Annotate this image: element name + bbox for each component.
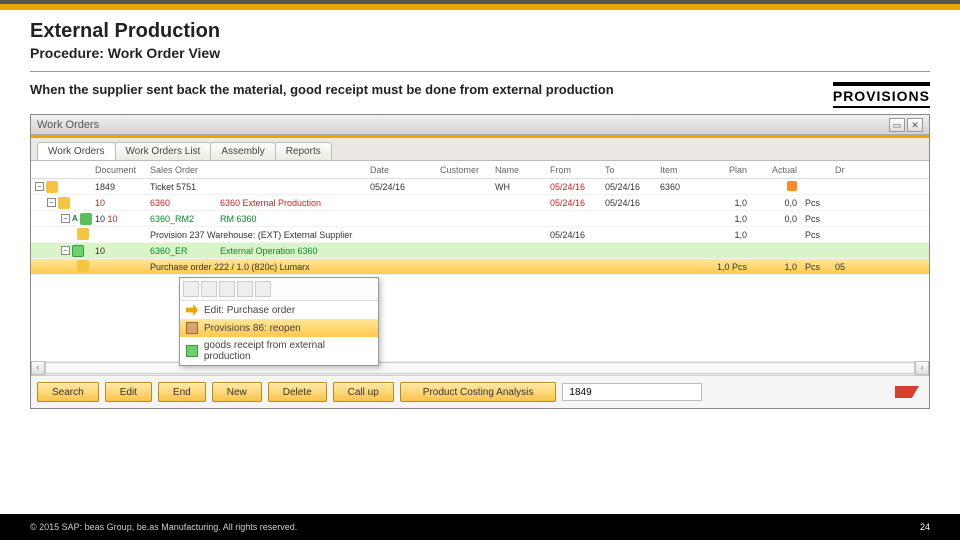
grid-area: Document Sales Order Date Customer Name … — [31, 160, 929, 375]
horizontal-scrollbar[interactable]: ‹ › — [31, 361, 929, 375]
table-row-selected[interactable]: Purchase order 222 / 1.0 (820c) Lumarx 1… — [31, 259, 929, 275]
toolbar-icon[interactable] — [219, 281, 235, 297]
flag-icon — [787, 181, 797, 191]
table-row[interactable]: − 10 6360 6360 External Production 05/24… — [31, 195, 929, 211]
col-to[interactable]: To — [601, 165, 656, 175]
window-title: Work Orders — [37, 119, 99, 131]
col-plan[interactable]: Plan — [701, 165, 751, 175]
toolbar-icon[interactable] — [237, 281, 253, 297]
search-button[interactable]: Search — [37, 382, 99, 402]
slide-footer: © 2015 SAP: beas Group, be.as Manufactur… — [0, 514, 960, 540]
column-headers: Document Sales Order Date Customer Name … — [31, 161, 929, 179]
context-menu: Edit: Purchase order Provisions 86: reop… — [179, 277, 379, 366]
table-row[interactable]: Provision 237 Warehouse: (EXT) External … — [31, 227, 929, 243]
work-orders-window: Work Orders ▭ ✕ Work Orders Work Orders … — [30, 114, 930, 409]
col-from[interactable]: From — [546, 165, 601, 175]
window-close-button[interactable]: ✕ — [907, 118, 923, 132]
tab-reports[interactable]: Reports — [275, 142, 332, 160]
toolbar-icon[interactable] — [255, 281, 271, 297]
table-row[interactable]: − 10 6360_ER External Operation 6360 — [31, 243, 929, 259]
toolbar-icon[interactable] — [183, 281, 199, 297]
callup-button[interactable]: Call up — [333, 382, 394, 402]
document-icon — [77, 228, 89, 240]
context-menu-provisions-reopen[interactable]: Provisions 86: reopen — [180, 319, 378, 337]
table-row[interactable]: −A 10 10 6360_RM2 RM 6360 1,0 0,0 Pcs — [31, 211, 929, 227]
tab-work-orders[interactable]: Work Orders — [37, 142, 116, 160]
side-label-provisions: PROVISIONS — [833, 82, 930, 108]
header-divider — [30, 71, 930, 72]
brand-logo-icon — [895, 386, 919, 398]
col-name[interactable]: Name — [491, 165, 546, 175]
copyright-text: © 2015 SAP: beas Group, be.as Manufactur… — [30, 522, 297, 532]
tab-work-orders-list[interactable]: Work Orders List — [115, 142, 212, 160]
collapse-icon[interactable]: − — [61, 246, 70, 255]
col-document[interactable]: Document — [91, 165, 146, 175]
col-customer[interactable]: Customer — [436, 165, 491, 175]
button-row: Search Edit End New Delete Call up Produ… — [31, 375, 929, 408]
toolbar-icon[interactable] — [201, 281, 217, 297]
cube-icon — [58, 197, 70, 209]
col-item[interactable]: Item — [656, 165, 701, 175]
page-number: 24 — [920, 522, 930, 532]
cube-icon — [80, 213, 92, 225]
window-restore-button[interactable]: ▭ — [889, 118, 905, 132]
collapse-icon[interactable]: − — [61, 214, 70, 223]
end-button[interactable]: End — [158, 382, 206, 402]
arrow-icon — [186, 304, 198, 316]
scroll-track[interactable] — [45, 362, 915, 374]
col-actual[interactable]: Actual — [751, 165, 801, 175]
col-sales-order[interactable]: Sales Order — [146, 165, 216, 175]
slide-description: When the supplier sent back the material… — [30, 82, 821, 97]
document-input[interactable]: 1849 — [562, 383, 702, 401]
edit-button[interactable]: Edit — [105, 382, 152, 402]
new-button[interactable]: New — [212, 382, 262, 402]
tab-assembly[interactable]: Assembly — [210, 142, 275, 160]
tab-bar: Work Orders Work Orders List Assembly Re… — [31, 138, 929, 160]
slide-top-border — [0, 0, 960, 10]
box-icon — [186, 322, 198, 334]
truck-icon — [72, 245, 84, 257]
context-menu-edit-po[interactable]: Edit: Purchase order — [180, 301, 378, 319]
slide-header: External Production Procedure: Work Orde… — [0, 10, 960, 67]
scroll-right-button[interactable]: › — [915, 361, 929, 375]
cube-icon — [46, 181, 58, 193]
description-row: When the supplier sent back the material… — [0, 82, 960, 114]
truck-icon — [186, 345, 198, 357]
slide-subtitle: Procedure: Work Order View — [30, 45, 930, 61]
col-dr[interactable]: Dr — [831, 165, 849, 175]
delete-button[interactable]: Delete — [268, 382, 327, 402]
slide-title: External Production — [30, 20, 930, 43]
window-titlebar[interactable]: Work Orders ▭ ✕ — [31, 115, 929, 135]
table-row[interactable]: − 1849 Ticket 5751 05/24/16 WH 05/24/16 … — [31, 179, 929, 195]
collapse-icon[interactable]: − — [35, 182, 44, 191]
scroll-left-button[interactable]: ‹ — [31, 361, 45, 375]
context-menu-goods-receipt[interactable]: goods receipt from external production — [180, 337, 378, 365]
context-menu-toolbar — [180, 278, 378, 301]
cube-icon — [77, 260, 89, 272]
collapse-icon[interactable]: − — [47, 198, 56, 207]
col-date[interactable]: Date — [366, 165, 436, 175]
product-costing-analysis-button[interactable]: Product Costing Analysis — [400, 382, 557, 402]
